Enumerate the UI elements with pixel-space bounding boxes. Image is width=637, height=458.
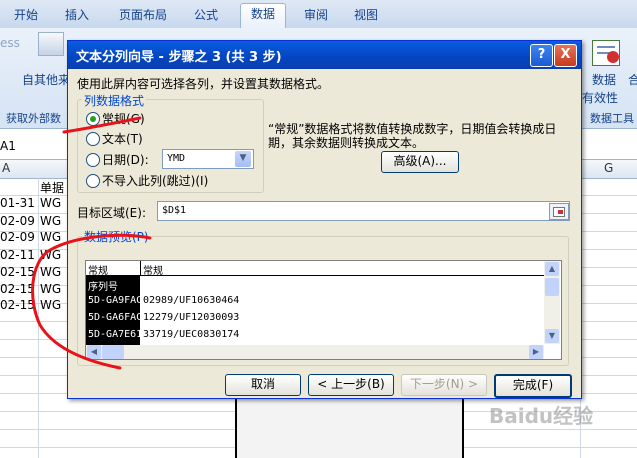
watermark: Baidu经验 bbox=[489, 404, 594, 428]
red-annotation-marks bbox=[31, 116, 152, 370]
